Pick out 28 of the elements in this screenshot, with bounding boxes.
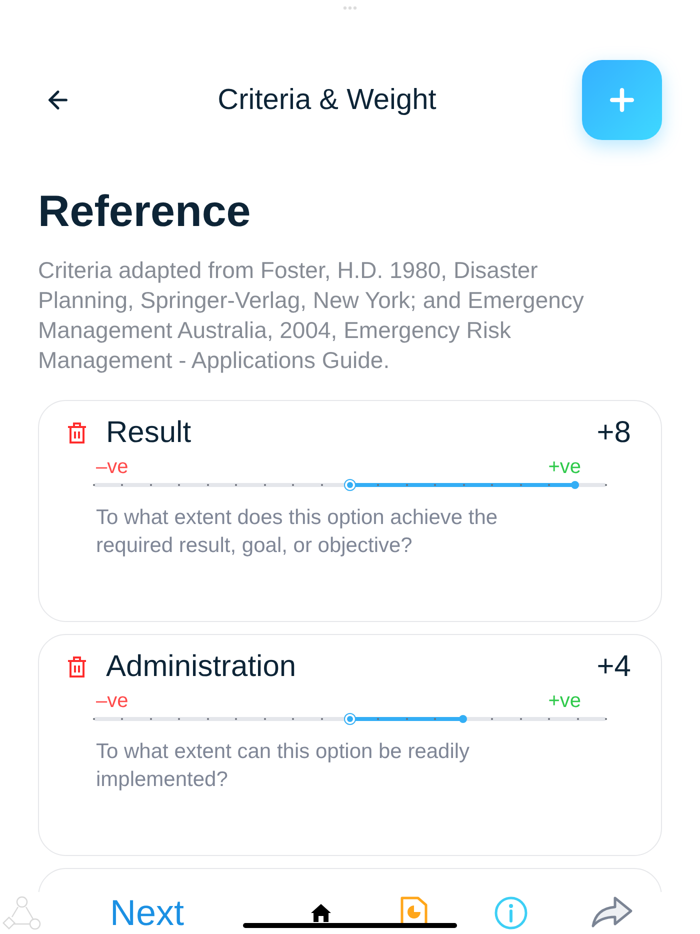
criterion-description: To what extent does this option achieve the required result, goal, or objective? bbox=[96, 505, 499, 559]
info-icon[interactable] bbox=[494, 896, 528, 930]
trash-icon[interactable] bbox=[67, 656, 87, 678]
slider-track[interactable] bbox=[94, 712, 606, 726]
criterion-title: Administration bbox=[106, 649, 296, 685]
home-icon[interactable] bbox=[311, 904, 331, 922]
negative-label: –ve bbox=[96, 689, 128, 713]
slider-track[interactable] bbox=[94, 478, 606, 492]
positive-label: +ve bbox=[548, 455, 581, 479]
origin-ring-icon bbox=[344, 479, 356, 491]
screen-title: Criteria & Weight bbox=[216, 83, 438, 118]
criterion-description: To what extent can this option be readily implemented? bbox=[96, 739, 471, 793]
positive-label: +ve bbox=[548, 689, 581, 713]
share-icon[interactable] bbox=[591, 896, 633, 928]
multitask-dots-icon[interactable] bbox=[343, 6, 357, 10]
reference-text: Criteria adapted from Foster, H.D. 1980, Disaster Planning, Springer-Verlag, New York; and Emergency Management Australia, 2004, Emergency Risk Management - Applications Guide. bbox=[38, 256, 585, 375]
origin-ring-icon bbox=[344, 713, 356, 725]
criterion-title: Result bbox=[106, 415, 192, 451]
reference-heading: Reference bbox=[38, 186, 251, 238]
slider-thumb[interactable] bbox=[458, 715, 467, 723]
next-button[interactable]: Next bbox=[110, 893, 184, 933]
trash-icon[interactable] bbox=[67, 422, 87, 444]
add-button[interactable] bbox=[582, 60, 662, 140]
document-chart-icon[interactable] bbox=[400, 896, 428, 923]
negative-label: –ve bbox=[96, 455, 128, 479]
criterion-score: +4 bbox=[596, 649, 631, 685]
slider-thumb[interactable] bbox=[571, 481, 580, 489]
criterion-score: +8 bbox=[596, 415, 631, 451]
